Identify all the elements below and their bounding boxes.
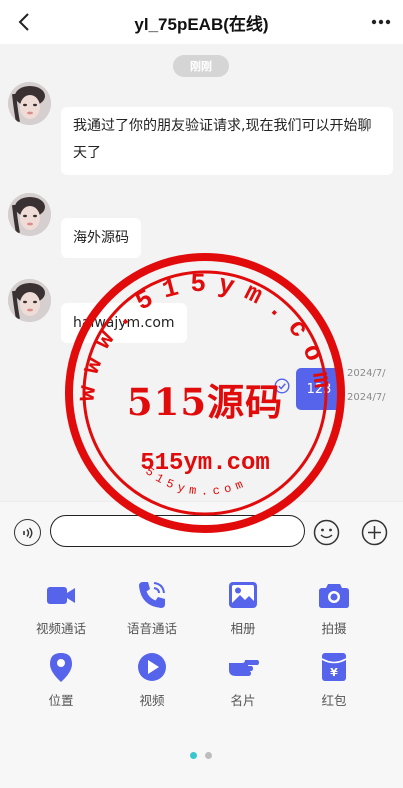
sent-check-icon — [274, 378, 290, 394]
emoji-icon[interactable] — [313, 519, 340, 546]
page-dot-active[interactable] — [190, 752, 197, 759]
message-timestamp: 2024/7/ — [347, 392, 386, 403]
message-input[interactable] — [50, 515, 305, 547]
message-text: 123 — [306, 381, 332, 397]
more-options-button[interactable] — [367, 8, 395, 36]
tool-video[interactable]: 视频 — [107, 650, 197, 710]
red-packet-icon: ¥ — [321, 653, 347, 681]
tool-card[interactable]: 名片 — [198, 650, 288, 710]
tool-label: 语音通话 — [126, 621, 177, 636]
voice-input-button[interactable] — [14, 519, 41, 546]
more-dots-icon — [371, 19, 391, 25]
header-bar: yl_75pEAB(在线) — [0, 0, 403, 44]
tool-label: 视频 — [139, 693, 165, 708]
time-divider: 刚刚 — [173, 55, 229, 77]
location-pin-icon — [50, 653, 72, 682]
tool-video-call[interactable]: 视频通话 — [16, 578, 106, 638]
tool-camera[interactable]: 拍摄 — [289, 578, 379, 638]
avatar-image — [8, 279, 51, 322]
avatar[interactable] — [8, 82, 51, 125]
phone-icon — [139, 582, 165, 608]
tool-label: 位置 — [48, 693, 74, 708]
sent-message-bubble[interactable]: 123 — [296, 368, 342, 410]
video-camera-icon — [47, 587, 75, 604]
tool-voice-call[interactable]: 语音通话 — [107, 578, 197, 638]
play-icon — [138, 653, 166, 681]
tool-label: 拍摄 — [321, 621, 347, 636]
svg-text:¥: ¥ — [330, 666, 338, 679]
tool-album[interactable]: 相册 — [198, 578, 288, 638]
tool-label: 相册 — [230, 621, 256, 636]
pointing-hand-icon — [229, 660, 259, 676]
tool-label: 名片 — [230, 693, 256, 708]
camera-icon — [319, 584, 349, 608]
tool-label: 视频通话 — [35, 621, 86, 636]
page-dot[interactable] — [205, 752, 212, 759]
avatar-image — [8, 193, 51, 236]
sound-wave-icon — [22, 527, 32, 538]
picture-icon — [229, 582, 257, 608]
plus-icon[interactable] — [361, 519, 388, 546]
avatar[interactable] — [8, 193, 51, 236]
chevron-left-icon — [18, 13, 29, 31]
message-timestamp: 2024/7/ — [347, 368, 386, 379]
chat-area[interactable]: 刚刚 我通过了你的朋友验证请求,现在我们可以开始聊 天了 海外源码 haiwaj… — [0, 44, 403, 501]
back-button[interactable] — [10, 8, 38, 36]
message-text: haiwajym.com — [73, 315, 175, 331]
tool-label: 红包 — [321, 693, 347, 708]
tool-red-packet[interactable]: ¥ 红包 — [289, 650, 379, 710]
message-text-line: 天了 — [73, 145, 101, 161]
message-bubble[interactable]: haiwajym.com — [61, 303, 187, 343]
tool-location[interactable]: 位置 — [16, 650, 106, 710]
chat-title: yl_75pEAB(在线) — [134, 14, 269, 34]
message-bubble[interactable]: 海外源码 — [61, 218, 141, 258]
avatar[interactable] — [8, 279, 51, 322]
message-text: 海外源码 — [73, 230, 129, 246]
message-bubble[interactable]: 我通过了你的朋友验证请求,现在我们可以开始聊 天了 — [61, 107, 393, 175]
message-text-line: 我通过了你的朋友验证请求,现在我们可以开始聊 — [73, 118, 372, 134]
input-bar — [0, 501, 403, 559]
tools-panel: 视频通话 语音通话 相册 拍摄 位置 视频 名片 ¥ 红包 — [0, 559, 403, 788]
avatar-image — [8, 82, 51, 125]
